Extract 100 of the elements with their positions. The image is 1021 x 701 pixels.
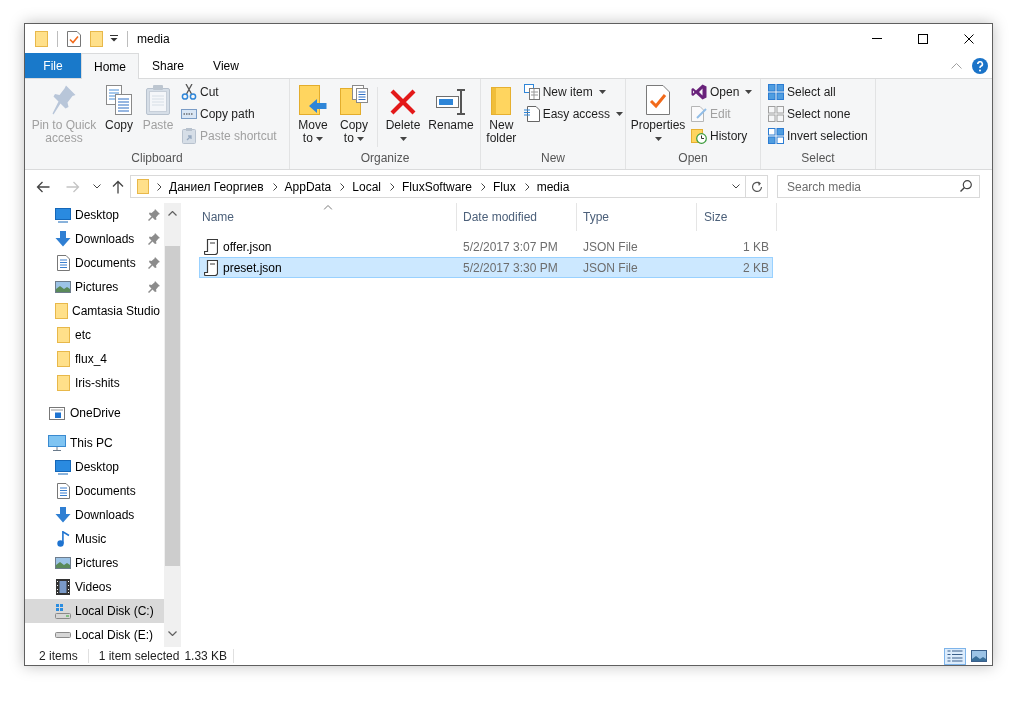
nav-item[interactable]: Local Disk (E:) [25, 623, 164, 647]
file-name: preset.json [223, 259, 282, 277]
nav-item[interactable]: Videos [25, 575, 164, 599]
x-mark-icon [390, 89, 416, 115]
column-header[interactable]: Type [577, 203, 697, 231]
search-field[interactable]: Search media [777, 175, 980, 198]
file-menu-tab[interactable]: File [25, 53, 81, 78]
ribbon-button[interactable]: Properties [628, 81, 688, 145]
ribbon-tab[interactable]: Share [139, 53, 197, 78]
details-view-button[interactable] [944, 647, 966, 665]
nav-item[interactable]: Desktop [25, 455, 164, 479]
ribbon-button[interactable]: Easy access [521, 103, 625, 125]
ribbon-button[interactable]: Delete [382, 81, 424, 145]
chevron-up-icon[interactable] [168, 210, 177, 216]
scrollbar-thumb[interactable] [165, 246, 180, 566]
date-modified: 5/2/2017 3:30 PM [462, 259, 559, 277]
picture-icon [55, 557, 71, 569]
desktop-icon [55, 207, 71, 223]
ribbon-button[interactable]: Open [689, 81, 755, 103]
search-icon [960, 180, 972, 192]
ribbon-button[interactable]: Cut [179, 81, 221, 103]
partly-filled-grid-icon [768, 128, 784, 144]
ribbon-tab[interactable]: View [197, 53, 255, 78]
file-icon [204, 238, 218, 255]
dropdown-caret-icon[interactable] [110, 35, 118, 42]
scrollbar[interactable] [164, 203, 181, 647]
nav-item[interactable]: Local Disk (C:) [25, 599, 164, 623]
ribbon-button[interactable]: Select all [766, 81, 838, 103]
refresh-icon[interactable] [750, 180, 763, 193]
large-icons-view-button[interactable] [968, 647, 990, 665]
nav-item[interactable]: Downloads [25, 503, 164, 527]
ribbon-button[interactable]: Copy to [335, 81, 373, 145]
app-logo-icon [691, 84, 707, 100]
chevron-down-icon[interactable] [732, 184, 740, 189]
chevron-right-icon [481, 182, 486, 191]
ribbon-button[interactable]: New folder [485, 81, 518, 145]
ribbon-button[interactable]: Copy [101, 81, 137, 132]
nav-item[interactable]: Camtasia Studio [25, 299, 164, 323]
column-header[interactable]: Size [697, 203, 777, 231]
file-size: 1 KB [742, 238, 770, 256]
breadcrumb[interactable]: FluxSoftware [401, 177, 473, 196]
nav-item[interactable]: This PC [25, 431, 164, 455]
file-type: JSON File [582, 259, 639, 277]
file-row[interactable]: offer.json 5/2/2017 3:07 PM JSON File 1 KB [199, 236, 773, 257]
group-label: Clipboard [130, 150, 184, 167]
ribbon-button[interactable]: History [689, 125, 750, 147]
file-size: 2 KB [742, 259, 770, 277]
folder-icon [56, 327, 70, 343]
drive-icon [55, 632, 71, 638]
text-field-icon [181, 109, 197, 119]
help-icon[interactable] [972, 57, 988, 74]
ribbon-tab[interactable]: Home [81, 53, 139, 79]
nav-item[interactable]: Pictures [25, 551, 164, 575]
nav-item[interactable]: Iris-shits [25, 371, 164, 395]
ribbon-button[interactable]: Move to [294, 81, 332, 145]
breadcrumb[interactable]: Даниел Георгиев [168, 177, 265, 196]
down-arrow-icon [55, 231, 71, 247]
chevron-up-icon[interactable] [951, 62, 962, 69]
ribbon-button[interactable]: Select none [766, 103, 853, 125]
maximize-icon [918, 33, 928, 44]
document-pencil-icon [691, 106, 707, 122]
address-bar[interactable]: Даниел Георгиев AppData Local FluxSoftware Flux media [130, 175, 768, 198]
ribbon-button[interactable]: Invert selection [766, 125, 870, 147]
status-text: 2 items [39, 648, 78, 665]
folder-icon [491, 87, 512, 115]
image-icon [971, 650, 987, 662]
nav-item[interactable]: Pictures [25, 275, 164, 299]
ribbon-button[interactable]: Rename [427, 81, 475, 132]
up-arrow-icon[interactable] [112, 179, 124, 194]
chevron-down-icon[interactable] [168, 630, 177, 636]
column-header[interactable]: Date modified [457, 203, 577, 231]
chevron-right-icon [272, 182, 278, 191]
breadcrumb[interactable]: Local [351, 177, 382, 196]
ribbon-button[interactable]: New item [521, 81, 608, 103]
drive-icon [55, 603, 71, 619]
nav-item[interactable]: Downloads [25, 227, 164, 251]
nav-item[interactable]: etc [25, 323, 164, 347]
file-type: JSON File [582, 238, 639, 256]
ribbon-button[interactable]: Copy path [179, 103, 257, 125]
scissors-icon [181, 84, 197, 100]
nav-item[interactable]: OneDrive [25, 401, 164, 425]
nav-item[interactable]: Music [25, 527, 164, 551]
picture-icon [55, 281, 71, 293]
monitor-icon [48, 435, 66, 451]
document-check-icon[interactable] [67, 30, 81, 47]
breadcrumb[interactable]: Flux [492, 177, 517, 196]
back-arrow-icon[interactable] [36, 180, 50, 193]
nav-item[interactable]: Documents [25, 251, 164, 275]
file-row[interactable]: preset.json 5/2/2017 3:30 PM JSON File 2 KB [199, 257, 773, 278]
breadcrumb[interactable]: AppData [283, 177, 333, 196]
chevron-right-icon [340, 182, 346, 191]
chevron-down-icon[interactable] [93, 184, 101, 189]
grid-icon [768, 84, 784, 100]
desktop-icon [55, 459, 71, 475]
column-header[interactable]: Name [199, 203, 457, 231]
nav-item[interactable]: flux_4 [25, 347, 164, 371]
nav-item[interactable]: Desktop [25, 203, 164, 227]
folder-documents-icon [340, 85, 368, 115]
breadcrumb[interactable]: media [535, 177, 571, 196]
nav-item[interactable]: Documents [25, 479, 164, 503]
